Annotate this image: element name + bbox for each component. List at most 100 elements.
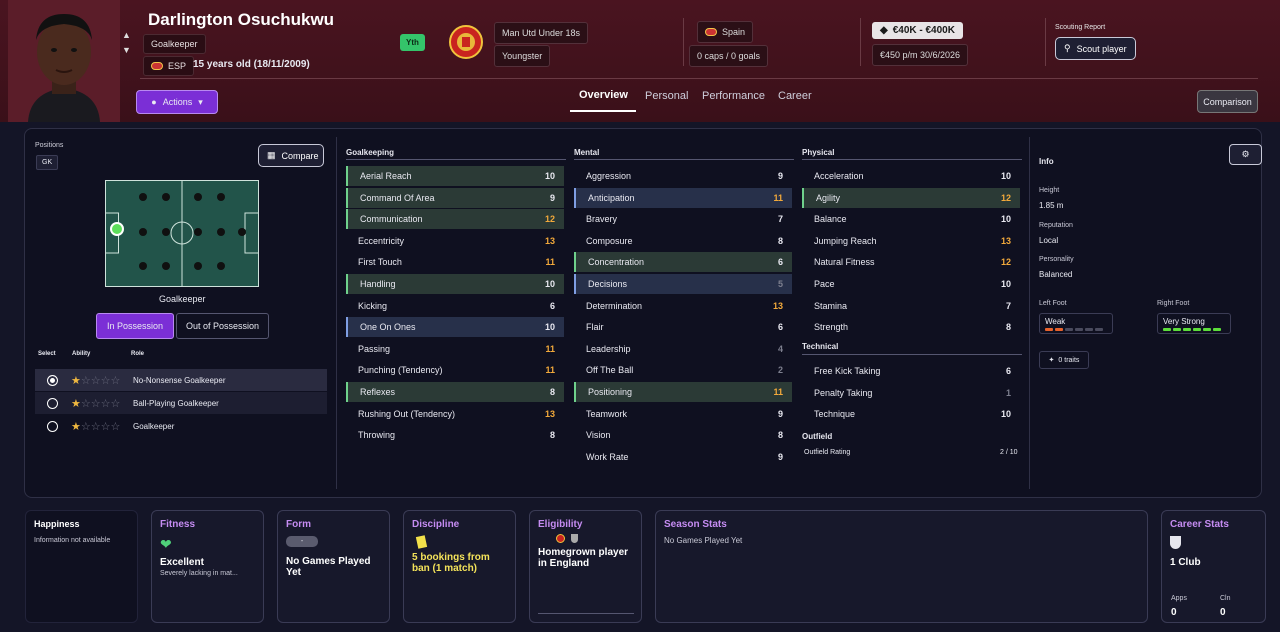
attribute-row[interactable]: Flair 6 <box>574 317 792 337</box>
attribute-row[interactable]: Eccentricity 13 <box>346 231 564 251</box>
role-row[interactable]: ★☆☆☆☆ No-Nonsense Goalkeeper <box>35 369 327 391</box>
attribute-value: 8 <box>1005 322 1011 333</box>
attribute-row[interactable]: Anticipation 11 <box>574 187 792 208</box>
attribute-row[interactable]: Determination 13 <box>574 296 792 316</box>
attribute-row[interactable]: Jumping Reach 13 <box>802 231 1020 251</box>
scout-player-button[interactable]: ⚲ Scout player <box>1055 37 1136 60</box>
attribute-name: Kicking <box>358 300 388 311</box>
attribute-row[interactable]: Positioning 11 <box>574 382 792 402</box>
attribute-value: 7 <box>777 214 783 225</box>
attribute-value: 1 <box>1005 387 1011 398</box>
attribute-row[interactable]: Work Rate 9 <box>574 447 792 467</box>
chevron-up-icon[interactable]: ▲ <box>122 30 131 40</box>
attribute-row[interactable]: Command Of Area 9 <box>346 187 564 208</box>
club-name[interactable]: Man Utd Under 18s <box>494 22 589 44</box>
mental-title: Mental <box>574 148 600 157</box>
right-foot-value: Very Strong <box>1163 317 1205 326</box>
role-row[interactable]: ★☆☆☆☆ Goalkeeper <box>35 415 327 437</box>
attribute-row[interactable]: Passing 11 <box>346 339 564 359</box>
career-stats-card[interactable]: Career Stats 1 Club Apps 0 Cln 0 <box>1161 510 1266 623</box>
info-settings-icon[interactable]: ⚙ <box>1229 144 1262 165</box>
role-name: No-Nonsense Goalkeeper <box>133 375 226 385</box>
attribute-row[interactable]: Stamina 7 <box>802 296 1020 316</box>
role-radio[interactable] <box>47 420 58 432</box>
role-row[interactable]: ★☆☆☆☆ Ball-Playing Goalkeeper <box>35 392 327 414</box>
attribute-row[interactable]: Strength 8 <box>802 317 1020 337</box>
attribute-name: Teamwork <box>586 408 628 419</box>
person-icon: ● <box>151 97 157 107</box>
attribute-row[interactable]: Rushing Out (Tendency) 13 <box>346 404 564 424</box>
discipline-card[interactable]: Discipline 5 bookings from ban (1 match) <box>403 510 516 623</box>
season-title: Season Stats <box>664 519 727 530</box>
tab-personal[interactable]: Personal <box>645 90 688 102</box>
attribute-row[interactable]: Composure 8 <box>574 231 792 251</box>
nation-chip[interactable]: Spain <box>697 21 754 43</box>
attribute-row[interactable]: Natural Fitness 12 <box>802 252 1020 272</box>
attribute-row[interactable]: Communication 12 <box>346 209 564 230</box>
attribute-row[interactable]: First Touch 11 <box>346 252 564 272</box>
right-foot-label: Right Foot <box>1157 300 1190 307</box>
attribute-row[interactable]: Acceleration 10 <box>802 166 1020 186</box>
divider <box>1029 137 1030 489</box>
attribute-name: Aggression <box>586 171 632 181</box>
attribute-row[interactable]: Off The Ball 2 <box>574 360 792 380</box>
star-icon: ☆ <box>100 397 111 410</box>
attribute-name: Eccentricity <box>358 235 405 246</box>
wage-contract: €450 p/m 30/6/2026 <box>872 44 969 66</box>
attribute-name: Decisions <box>588 279 628 289</box>
attribute-row[interactable]: Agility 12 <box>802 187 1020 208</box>
star-icon: ☆ <box>90 397 101 410</box>
attribute-row[interactable]: Reflexes 8 <box>346 382 564 402</box>
attribute-value: 11 <box>545 343 555 354</box>
career-clubs: 1 Club <box>1170 557 1201 568</box>
attribute-row[interactable]: Bravery 7 <box>574 209 792 229</box>
attribute-row[interactable]: Concentration 6 <box>574 252 792 273</box>
attribute-row[interactable]: Aggression 9 <box>574 166 792 186</box>
right-foot-box: Very Strong <box>1157 313 1231 334</box>
traits-button[interactable]: ✦ 0 traits <box>1039 351 1089 369</box>
attribute-row[interactable]: One On Ones 10 <box>346 317 564 338</box>
scouting-title: Scouting Report <box>1055 24 1106 31</box>
attribute-name: Reflexes <box>360 387 396 397</box>
attribute-row[interactable]: Balance 10 <box>802 209 1020 229</box>
attribute-row[interactable]: Kicking 6 <box>346 296 564 316</box>
attribute-row[interactable]: Pace 10 <box>802 274 1020 294</box>
attribute-row[interactable]: Teamwork 9 <box>574 404 792 424</box>
eligibility-card[interactable]: Eligibility Homegrown player in England <box>529 510 642 623</box>
attribute-row[interactable]: Penalty Taking 1 <box>802 383 1020 403</box>
tab-performance[interactable]: Performance <box>702 90 765 102</box>
attribute-row[interactable]: Leadership 4 <box>574 339 792 359</box>
compare-button[interactable]: ▦ Compare <box>258 144 324 167</box>
tab-overview[interactable]: Overview <box>579 89 628 101</box>
attribute-name: Flair <box>586 322 604 333</box>
attribute-row[interactable]: Decisions 5 <box>574 274 792 294</box>
attribute-row[interactable]: Vision 8 <box>574 425 792 445</box>
attribute-row[interactable]: Technique 10 <box>802 404 1020 424</box>
actions-button[interactable]: ● Actions ▾ <box>136 90 218 114</box>
value-range: €40K - €400K <box>892 25 955 36</box>
attribute-row[interactable]: Handling 10 <box>346 274 564 294</box>
in-possession-tab[interactable]: In Possession <box>96 313 174 339</box>
position-pill: Goalkeeper <box>143 34 206 54</box>
attribute-row[interactable]: Punching (Tendency) 11 <box>346 360 564 380</box>
role-radio[interactable] <box>47 397 58 409</box>
star-icon: ★ <box>71 420 81 433</box>
out-possession-tab[interactable]: Out of Possession <box>176 313 269 339</box>
attribute-row[interactable]: Throwing 8 <box>346 425 564 445</box>
season-stats-card[interactable]: Season Stats No Games Played Yet <box>655 510 1148 623</box>
role-radio[interactable] <box>47 374 58 386</box>
chevron-down-icon[interactable]: ▼ <box>122 45 131 55</box>
meter-segment <box>1085 328 1093 331</box>
attribute-row[interactable]: Free Kick Taking 6 <box>802 361 1020 381</box>
attribute-row[interactable]: Aerial Reach 10 <box>346 166 564 186</box>
divider <box>802 354 1022 355</box>
form-card[interactable]: Form - No Games Played Yet <box>277 510 390 623</box>
comparison-button[interactable]: Comparison <box>1197 90 1258 113</box>
attribute-value: 2 <box>777 365 783 376</box>
player-photo <box>8 0 120 122</box>
attribute-value: 11 <box>773 387 783 397</box>
fitness-card[interactable]: Fitness ❤ Excellent Severely lacking in … <box>151 510 264 623</box>
tab-career[interactable]: Career <box>778 90 812 102</box>
club-crest-icon[interactable] <box>449 25 483 59</box>
divider <box>574 159 794 160</box>
